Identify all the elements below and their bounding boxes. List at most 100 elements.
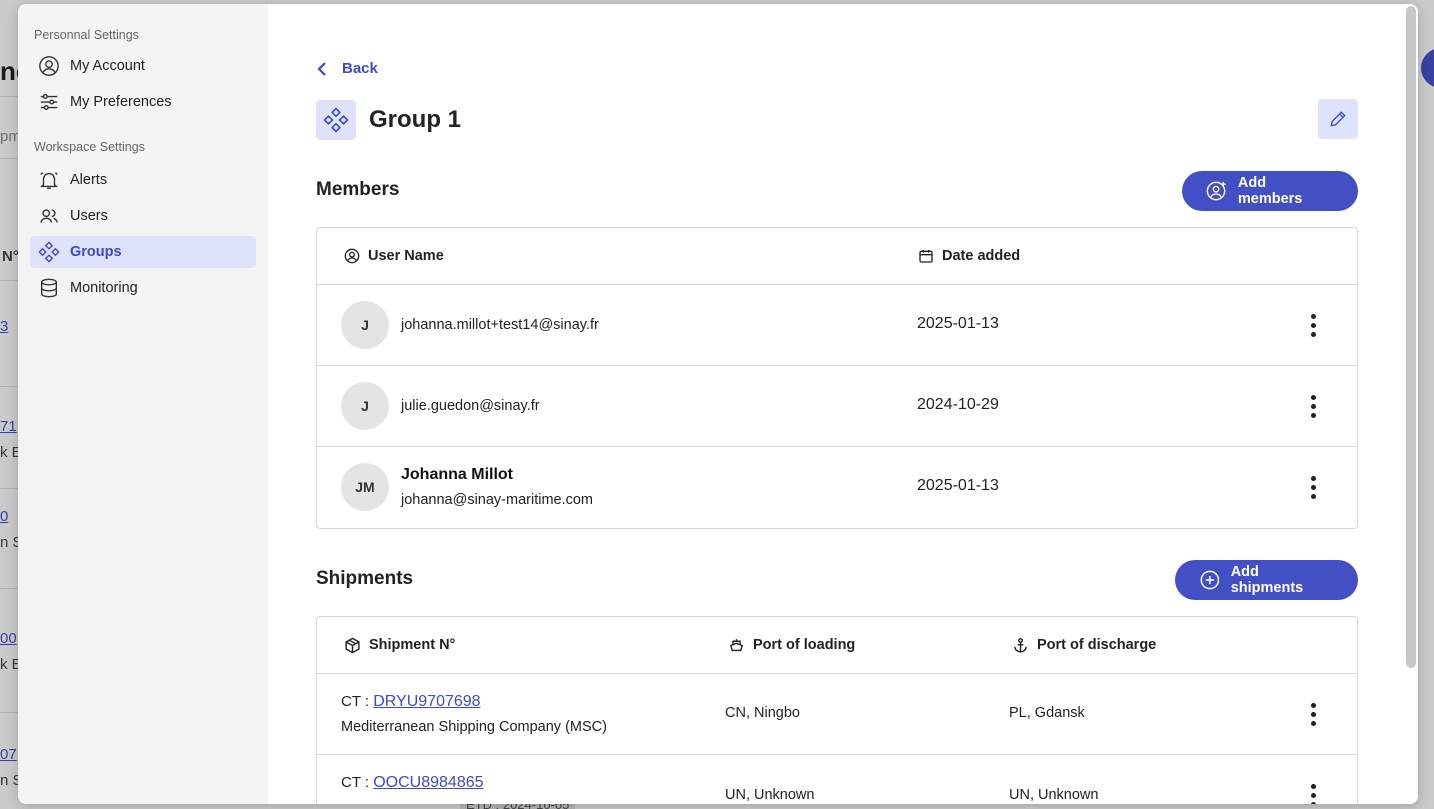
column-port-of-discharge[interactable]: Port of discharge bbox=[1012, 637, 1156, 654]
row-menu-button[interactable] bbox=[1301, 311, 1325, 339]
avatar: J bbox=[341, 301, 389, 349]
member-date-added: 2024-10-29 bbox=[917, 396, 999, 413]
kebab-dot-icon bbox=[1310, 783, 1316, 789]
bell-icon bbox=[40, 172, 58, 189]
shipments-table-header: Shipment N° Port of loading Port of disc… bbox=[317, 617, 1357, 674]
workspace-settings-heading: Workspace Settings bbox=[34, 140, 145, 154]
shipment-number-link[interactable]: DRYU9707698 bbox=[373, 693, 480, 710]
member-email: julie.guedon@sinay.fr bbox=[401, 398, 540, 414]
modal-scrollbar[interactable] bbox=[1406, 6, 1416, 668]
kebab-dot-icon bbox=[1310, 394, 1316, 400]
column-label: Port of discharge bbox=[1037, 637, 1157, 653]
members-table-header: User Name Date added bbox=[317, 228, 1357, 285]
table-row: J johanna.millot+test14@sinay.fr 2025-01… bbox=[317, 285, 1357, 366]
row-menu-button[interactable] bbox=[1301, 781, 1325, 804]
kebab-dot-icon bbox=[1310, 801, 1316, 804]
pencil-icon bbox=[1330, 111, 1346, 127]
title-row: Group 1 bbox=[316, 100, 461, 140]
column-label: User Name bbox=[368, 248, 444, 264]
table-row: J julie.guedon@sinay.fr 2024-10-29 bbox=[317, 366, 1357, 447]
calendar-icon bbox=[919, 250, 933, 263]
kebab-dot-icon bbox=[1310, 493, 1316, 499]
database-icon bbox=[40, 278, 58, 298]
kebab-dot-icon bbox=[1310, 313, 1316, 319]
page-title: Group 1 bbox=[369, 106, 462, 133]
add-shipments-button[interactable]: Add shipments bbox=[1175, 560, 1358, 600]
row-menu-button[interactable] bbox=[1301, 700, 1325, 728]
member-email: johanna.millot+test14@sinay.fr bbox=[401, 317, 599, 333]
column-date-added[interactable]: Date added bbox=[918, 248, 1020, 264]
kebab-dot-icon bbox=[1310, 475, 1316, 481]
sidebar-item-my-preferences[interactable]: My Preferences bbox=[30, 86, 256, 118]
kebab-dot-icon bbox=[1310, 702, 1316, 708]
shipment-carrier: Mediterranean Shipping Company (MSC) bbox=[341, 719, 607, 735]
shipment-number-link[interactable]: OOCU8984865 bbox=[373, 774, 483, 791]
sidebar-item-label: Users bbox=[70, 208, 108, 224]
ship-icon bbox=[729, 638, 744, 651]
group-detail-panel: Back Group 1 Members Add members User Na… bbox=[268, 4, 1418, 804]
add-members-label: Add members bbox=[1237, 175, 1303, 207]
member-name: Johanna Millot bbox=[401, 466, 513, 483]
shipment-reference: CT : DRYU9707698 bbox=[341, 693, 481, 711]
member-email: johanna@sinay-maritime.com bbox=[401, 492, 594, 508]
members-table: User Name Date added J johanna.millot+te… bbox=[316, 227, 1358, 529]
table-row: CT : DRYU9707698 Mediterranean Shipping … bbox=[317, 674, 1357, 755]
kebab-dot-icon bbox=[1310, 322, 1316, 328]
sidebar-item-groups[interactable]: Groups bbox=[30, 236, 256, 268]
sidebar-item-my-account[interactable]: My Account bbox=[30, 50, 256, 82]
port-of-discharge: UN, Unknown bbox=[1009, 787, 1099, 803]
row-menu-button[interactable] bbox=[1301, 473, 1325, 501]
column-label: Port of loading bbox=[753, 637, 856, 653]
table-row: JM Johanna Millot johanna@sinay-maritime… bbox=[317, 447, 1357, 528]
settings-sidebar: Personnal Settings My Account My Prefere… bbox=[18, 4, 268, 804]
column-label: Shipment N° bbox=[369, 637, 456, 653]
back-button[interactable]: Back bbox=[316, 60, 378, 77]
sidebar-item-label: Monitoring bbox=[70, 280, 138, 296]
plus-circle-icon bbox=[1200, 570, 1220, 590]
back-label: Back bbox=[342, 60, 378, 77]
column-port-of-loading[interactable]: Port of loading bbox=[728, 637, 855, 654]
column-shipment-number[interactable]: Shipment N° bbox=[344, 637, 455, 654]
sidebar-item-monitoring[interactable]: Monitoring bbox=[30, 272, 256, 304]
sidebar-item-label: Alerts bbox=[70, 172, 108, 188]
row-menu-button[interactable] bbox=[1301, 392, 1325, 420]
add-members-button[interactable]: Add members bbox=[1182, 171, 1358, 211]
kebab-dot-icon bbox=[1310, 412, 1316, 418]
kebab-dot-icon bbox=[1310, 484, 1316, 490]
edit-group-button[interactable] bbox=[1318, 99, 1358, 139]
kebab-dot-icon bbox=[1310, 720, 1316, 726]
sidebar-item-users[interactable]: Users bbox=[30, 200, 256, 232]
chevron-left-icon bbox=[317, 61, 326, 76]
kebab-dot-icon bbox=[1310, 403, 1316, 409]
avatar: JM bbox=[341, 463, 389, 511]
user-circle-icon bbox=[39, 56, 59, 76]
add-shipments-label: Add shipments bbox=[1230, 564, 1304, 596]
port-of-loading: UN, Unknown bbox=[725, 787, 815, 803]
sidebar-item-label: My Preferences bbox=[70, 94, 172, 110]
avatar: J bbox=[341, 382, 389, 430]
sidebar-item-label: Groups bbox=[70, 244, 122, 260]
sliders-icon bbox=[40, 93, 58, 111]
shipment-prefix: CT : bbox=[341, 693, 374, 710]
users-icon bbox=[40, 209, 58, 223]
column-user-name[interactable]: User Name bbox=[344, 248, 444, 264]
table-row: CT : OOCU8984865 UN, Unknown UN, Unknown bbox=[317, 755, 1357, 804]
kebab-dot-icon bbox=[1310, 331, 1316, 337]
groups-icon bbox=[38, 241, 60, 263]
anchor-icon bbox=[1014, 637, 1027, 653]
kebab-dot-icon bbox=[1310, 711, 1316, 717]
settings-modal: Personnal Settings My Account My Prefere… bbox=[18, 4, 1418, 804]
shipments-heading: Shipments bbox=[316, 568, 414, 589]
shipments-table: Shipment N° Port of loading Port of disc… bbox=[316, 616, 1358, 804]
column-label: Date added bbox=[942, 248, 1021, 264]
members-heading: Members bbox=[316, 179, 400, 200]
member-date-added: 2025-01-13 bbox=[917, 477, 999, 494]
package-icon bbox=[345, 637, 360, 653]
member-date-added: 2025-01-13 bbox=[917, 315, 999, 332]
sidebar-item-alerts[interactable]: Alerts bbox=[30, 164, 256, 196]
shipment-prefix: CT : bbox=[341, 774, 374, 791]
groups-icon bbox=[323, 107, 349, 133]
user-circle-icon bbox=[344, 248, 360, 264]
group-badge bbox=[316, 100, 356, 140]
add-user-icon bbox=[1206, 181, 1226, 201]
